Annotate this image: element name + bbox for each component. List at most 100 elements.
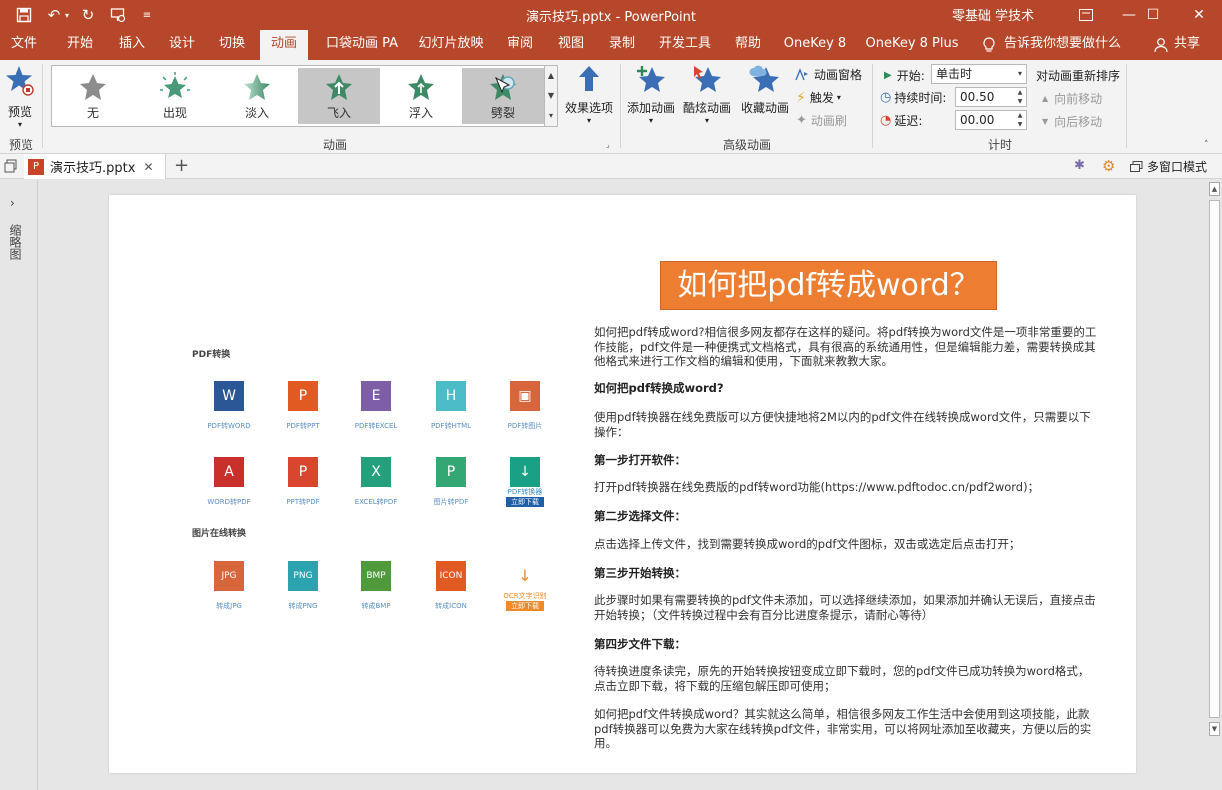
dialog-launcher-icon[interactable]: ⌟	[606, 140, 610, 149]
cool-animation-label: 酷炫动画	[682, 101, 731, 115]
person-icon[interactable]	[1154, 37, 1168, 53]
scroll-thumb[interactable]	[1209, 200, 1220, 718]
converter-label: EXCEL转PDF	[354, 498, 398, 506]
animation-fade[interactable]: 淡入	[216, 68, 298, 124]
converter-icon: ↓	[510, 457, 540, 487]
tab-design[interactable]: 设计	[160, 30, 204, 60]
chevron-down-icon: ▾	[704, 116, 709, 125]
multi-window-label: 多窗口模式	[1147, 160, 1208, 174]
animation-appear[interactable]: 出现	[134, 68, 216, 124]
duration-input[interactable]: 00.50 ▲ ▼	[955, 87, 1027, 107]
collapse-ribbon-icon[interactable]: ˄	[1204, 140, 1209, 150]
animation-float-in[interactable]: 浮入	[380, 68, 462, 124]
painter-star-icon: ✦	[796, 113, 807, 128]
tab-onekey8plus[interactable]: OneKey 8 Plus	[862, 30, 962, 60]
trigger-button[interactable]: ⚡ 触发 ▾	[796, 89, 841, 106]
effect-options-button[interactable]: 效果选项 ▾	[562, 64, 616, 125]
animation-none[interactable]: 无	[52, 68, 134, 124]
tab-view[interactable]: 视图	[549, 30, 593, 60]
tab-file[interactable]: 文件	[0, 30, 48, 60]
thumbnail-label[interactable]: 缩略图	[8, 224, 24, 260]
converter-icon: ↓	[510, 561, 540, 591]
download-badge: 立即下载	[506, 601, 544, 611]
tab-developer[interactable]: 开发工具	[652, 30, 718, 60]
animation-pane-label: 动画窗格	[814, 68, 863, 82]
start-select[interactable]: 单击时 ▾	[931, 64, 1027, 84]
converter-label: 转成BMP	[361, 602, 391, 610]
slide-canvas[interactable]: 如何把pdf转成word？ 如何把pdf转成word?相信很多网友都存在这样的疑…	[109, 195, 1136, 773]
move-later-button[interactable]: ▼ 向后移动	[1042, 113, 1102, 130]
chevron-down-icon: ▾	[17, 120, 22, 129]
settings-gear-icon[interactable]: ⚙	[1102, 157, 1115, 175]
delay-input[interactable]: 00.00 ▲ ▼	[955, 110, 1027, 130]
gallery-more-icon[interactable]: ▾	[545, 106, 557, 126]
preview-button[interactable]: 预览 ▾	[4, 64, 36, 129]
converter-label: PDF转换器	[507, 488, 543, 496]
tab-review[interactable]: 审阅	[498, 30, 542, 60]
tell-me-input[interactable]: 告诉我你想要做什么	[1004, 30, 1124, 60]
pptx-file-icon: P	[28, 158, 44, 175]
slide-paragraph: 此步骤时如果有需要转换的pdf文件未添加，可以选择继续添加，如果添加并确认无误后…	[594, 593, 1096, 622]
account-name[interactable]: 零基础 学技术	[952, 5, 1034, 24]
effect-options-label: 效果选项	[564, 101, 613, 115]
favorite-animation-label: 收藏动画	[740, 101, 789, 115]
close-tab-icon[interactable]: ✕	[143, 160, 153, 174]
animation-fade-label: 淡入	[244, 106, 269, 120]
tab-record[interactable]: 录制	[600, 30, 644, 60]
delay-spinner[interactable]: ▲ ▼	[1014, 111, 1026, 129]
document-tab-bar: P 演示技巧.pptx ✕ + ✱ ⚙ 多窗口模式	[0, 154, 1222, 179]
animation-appear-label: 出现	[162, 106, 187, 120]
ribbon-animations: 预览 ▾ 预览 无 出现 淡入 飞入 浮入 劈裂 ▲ ▼ ▾ 效果选项 ▾ 动画…	[0, 60, 1222, 154]
tab-help[interactable]: 帮助	[726, 30, 770, 60]
converter-icon: W	[214, 381, 244, 411]
add-animation-label: 添加动画	[626, 101, 675, 115]
animation-fly-in[interactable]: 飞入	[298, 68, 380, 124]
favorite-animation-button[interactable]: 收藏动画	[738, 64, 792, 116]
tab-onekey8[interactable]: OneKey 8	[778, 30, 852, 60]
add-animation-button[interactable]: 添加动画 ▾	[624, 64, 678, 125]
ribbon-display-icon[interactable]	[1076, 5, 1096, 25]
move-earlier-button[interactable]: ▲ 向前移动	[1042, 90, 1102, 107]
duration-label: 持续时间:	[894, 91, 947, 105]
gallery-up-icon[interactable]: ▲	[545, 66, 557, 86]
group-preview-label: 预览	[8, 138, 33, 152]
share-button[interactable]: 共享	[1172, 30, 1202, 60]
new-tab-icon[interactable]: +	[174, 155, 189, 176]
converter-label: PDF转EXCEL	[354, 422, 398, 430]
maximize-button[interactable]: ☐	[1130, 0, 1176, 30]
group-advanced-label: 高级动画	[722, 138, 771, 152]
tab-insert[interactable]: 插入	[110, 30, 154, 60]
tab-slideshow[interactable]: 幻灯片放映	[412, 30, 490, 60]
cool-animation-button[interactable]: 酷炫动画 ▾	[680, 64, 734, 125]
close-button[interactable]: ✕	[1176, 0, 1222, 30]
multi-window-button[interactable]: 多窗口模式	[1130, 158, 1207, 175]
gallery-down-icon[interactable]: ▼	[545, 86, 557, 106]
expand-thumbnails-icon[interactable]: ›	[10, 196, 15, 210]
scroll-up-icon[interactable]: ▲	[1209, 182, 1220, 196]
tab-list-icon[interactable]	[4, 159, 18, 173]
tab-animations[interactable]: 动画	[260, 30, 308, 60]
vertical-scrollbar[interactable]: ▲ ▼	[1207, 180, 1222, 740]
tab-pocket-animation[interactable]: 口袋动画 PA	[318, 30, 406, 60]
animation-float-in-label: 浮入	[408, 106, 433, 120]
animation-pane-button[interactable]: 动画窗格	[794, 66, 862, 83]
tab-transitions[interactable]: 切换	[210, 30, 254, 60]
duration-spinner[interactable]: ▲ ▼	[1014, 88, 1026, 106]
move-later-label: 向后移动	[1054, 115, 1103, 129]
converter-label: WORD转PDF	[207, 498, 251, 506]
gallery-scroller: ▲ ▼ ▾	[545, 65, 558, 127]
converter-label: PDF转WORD	[207, 422, 251, 430]
document-tab[interactable]: P 演示技巧.pptx ✕	[24, 154, 166, 179]
tab-home[interactable]: 开始	[58, 30, 102, 60]
trigger-label: 触发	[809, 91, 834, 105]
animation-painter-button[interactable]: ✦ 动画刷	[796, 112, 847, 129]
scroll-down-icon[interactable]: ▼	[1209, 722, 1220, 736]
title-bar: ↶ ▾ ↻ ≡ 演示技巧.pptx - PowerPoint 零基础 学技术 —…	[0, 0, 1222, 30]
animation-fly-in-label: 飞入	[326, 106, 351, 120]
slide-step-heading: 如何把pdf转换成word?	[594, 381, 724, 395]
magic-wand-icon[interactable]: ✱	[1074, 158, 1085, 173]
slide-title[interactable]: 如何把pdf转成word？	[660, 261, 997, 310]
slide-paragraph: 打开pdf转换器在线免费版的pdf转word功能(https://www.pdf…	[594, 480, 1040, 494]
animation-split[interactable]: 劈裂	[462, 68, 544, 124]
triangle-down-icon: ▼	[1042, 117, 1049, 126]
